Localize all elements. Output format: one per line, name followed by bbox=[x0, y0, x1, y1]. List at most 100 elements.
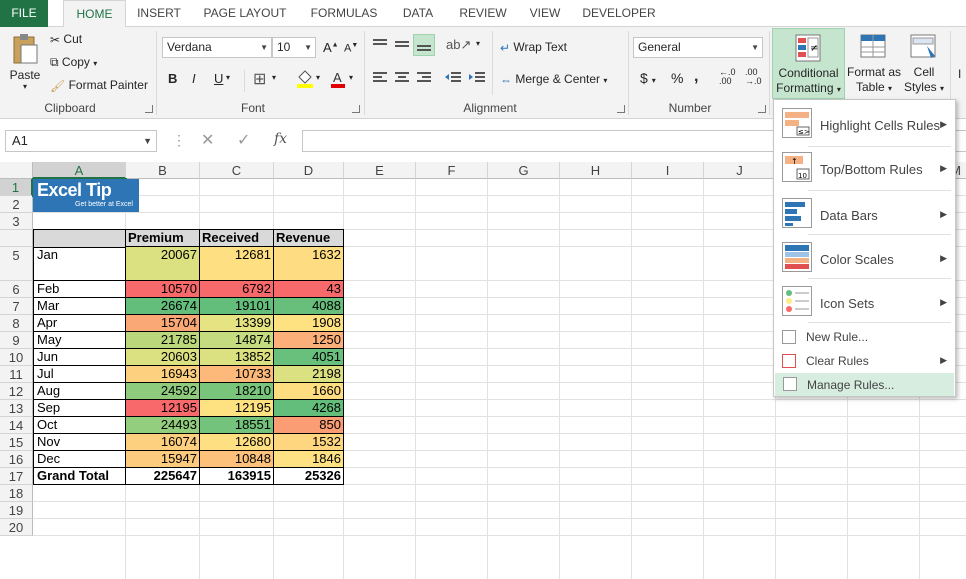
name-box[interactable]: A1 ▼ bbox=[5, 130, 157, 152]
revenue-cell[interactable]: 2198 bbox=[274, 366, 344, 383]
insert-function-button[interactable]: fx bbox=[274, 131, 287, 147]
month-cell[interactable]: Aug bbox=[33, 383, 126, 400]
number-format-select[interactable]: General ▼ bbox=[633, 37, 763, 58]
alignment-launcher-icon[interactable] bbox=[617, 105, 625, 113]
menu-item-icon-sets[interactable]: Icon Sets ▶ bbox=[774, 280, 955, 320]
row-header-18[interactable]: 18 bbox=[0, 485, 33, 502]
revenue-cell[interactable]: 4268 bbox=[274, 400, 344, 417]
month-cell[interactable]: Mar bbox=[33, 298, 126, 315]
column-header-h[interactable]: H bbox=[560, 162, 632, 179]
select-all-button[interactable] bbox=[0, 162, 33, 179]
row-header-1[interactable]: 1 bbox=[0, 179, 33, 196]
row-header-11[interactable]: 11 bbox=[0, 366, 33, 383]
menu-item-color-scales[interactable]: Color Scales ▶ bbox=[774, 236, 955, 276]
menu-item-highlight-cells-rules[interactable]: ≤> Highlight Cells Rules ▶ bbox=[774, 104, 955, 144]
revenue-cell[interactable]: 4088 bbox=[274, 298, 344, 315]
row-header-6[interactable]: 6 bbox=[0, 281, 33, 298]
received-cell[interactable]: 13399 bbox=[200, 315, 274, 332]
premium-cell[interactable]: 12195 bbox=[126, 400, 200, 417]
currency-dropdown-icon[interactable]: ▾ bbox=[652, 76, 656, 85]
confirm-entry-icon[interactable]: ✓ bbox=[237, 130, 250, 150]
column-header-d[interactable]: D bbox=[274, 162, 344, 179]
fill-color-button[interactable] bbox=[296, 69, 314, 92]
font-color-dropdown-icon[interactable]: ▾ bbox=[349, 73, 353, 82]
cell-styles-button[interactable]: Cell Styles ▾ bbox=[902, 30, 946, 96]
column-header-j[interactable]: J bbox=[704, 162, 776, 179]
row-header-5[interactable]: 5 bbox=[0, 247, 33, 281]
revenue-cell[interactable]: 1632 bbox=[274, 247, 344, 281]
decrease-font-size-icon[interactable]: A▼ bbox=[344, 42, 358, 55]
row-header-13[interactable]: 13 bbox=[0, 400, 33, 417]
increase-font-size-icon[interactable]: A▲ bbox=[323, 40, 339, 55]
month-cell[interactable]: Jan bbox=[33, 247, 126, 281]
menu-item-clear-rules[interactable]: Clear Rules ▶ bbox=[774, 350, 955, 372]
align-left-icon[interactable] bbox=[372, 71, 388, 88]
premium-cell[interactable]: 16074 bbox=[126, 434, 200, 451]
cancel-entry-icon[interactable]: ✕ bbox=[201, 130, 214, 150]
revenue-cell[interactable]: 850 bbox=[274, 417, 344, 434]
number-launcher-icon[interactable] bbox=[758, 105, 766, 113]
bottom-align-icon[interactable] bbox=[413, 34, 435, 56]
premium-cell[interactable]: 20067 bbox=[126, 247, 200, 281]
underline-button[interactable]: U bbox=[214, 71, 223, 86]
merge-dropdown-icon[interactable]: ▾ bbox=[603, 76, 607, 85]
row-header-12[interactable]: 12 bbox=[0, 383, 33, 400]
column-header-c[interactable]: C bbox=[200, 162, 274, 179]
column-header-i[interactable]: I bbox=[632, 162, 704, 179]
bold-button[interactable]: B bbox=[168, 71, 177, 86]
received-cell[interactable]: 13852 bbox=[200, 349, 274, 366]
font-color-button[interactable]: A bbox=[330, 69, 346, 92]
row-header-16[interactable]: 16 bbox=[0, 451, 33, 468]
month-cell[interactable]: Apr bbox=[33, 315, 126, 332]
cut-button[interactable]: ✂ Cut bbox=[50, 32, 82, 47]
premium-cell[interactable]: 21785 bbox=[126, 332, 200, 349]
revenue-cell[interactable]: 1532 bbox=[274, 434, 344, 451]
conditional-formatting-button[interactable]: ≠ Conditional Formatting ▾ bbox=[772, 28, 845, 99]
revenue-cell[interactable]: 1846 bbox=[274, 451, 344, 468]
italic-button[interactable]: I bbox=[192, 71, 196, 86]
received-cell[interactable]: 12195 bbox=[200, 400, 274, 417]
column-header-a[interactable]: A bbox=[33, 162, 126, 179]
top-align-icon[interactable] bbox=[372, 37, 388, 54]
tab-formulas[interactable]: FORMULAS bbox=[305, 0, 383, 27]
premium-cell[interactable]: 16943 bbox=[126, 366, 200, 383]
clipboard-launcher-icon[interactable] bbox=[145, 105, 153, 113]
font-launcher-icon[interactable] bbox=[352, 105, 360, 113]
premium-cell[interactable]: 15704 bbox=[126, 315, 200, 332]
grand-total-revenue[interactable]: 25326 bbox=[274, 468, 344, 485]
grand-total-received[interactable]: 163915 bbox=[200, 468, 274, 485]
align-center-icon[interactable] bbox=[394, 71, 410, 88]
row-header-15[interactable]: 15 bbox=[0, 434, 33, 451]
premium-cell[interactable]: 24493 bbox=[126, 417, 200, 434]
currency-button[interactable]: $ ▾ bbox=[640, 70, 656, 86]
decrease-indent-icon[interactable] bbox=[444, 71, 462, 88]
paste-button[interactable]: Paste ▾ bbox=[8, 33, 42, 91]
row-header-17[interactable]: 17 bbox=[0, 468, 33, 485]
received-cell[interactable]: 19101 bbox=[200, 298, 274, 315]
premium-cell[interactable]: 26674 bbox=[126, 298, 200, 315]
received-cell[interactable]: 10848 bbox=[200, 451, 274, 468]
received-cell[interactable]: 14874 bbox=[200, 332, 274, 349]
row-header-8[interactable]: 8 bbox=[0, 315, 33, 332]
tab-developer[interactable]: DEVELOPER bbox=[577, 0, 661, 27]
row-header-3[interactable]: 3 bbox=[0, 213, 33, 230]
orientation-icon[interactable]: ab↗ bbox=[446, 37, 471, 53]
middle-align-icon[interactable] bbox=[394, 37, 410, 54]
align-right-icon[interactable] bbox=[416, 71, 432, 88]
tab-view[interactable]: VIEW bbox=[523, 0, 567, 27]
comma-button[interactable]: , bbox=[694, 68, 698, 86]
more-options-icon[interactable]: ⋮ bbox=[172, 132, 186, 149]
paste-dropdown-icon[interactable]: ▾ bbox=[8, 82, 42, 91]
revenue-cell[interactable]: 4051 bbox=[274, 349, 344, 366]
row-header-7[interactable]: 7 bbox=[0, 298, 33, 315]
merge-center-button[interactable]: ⇔ Merge & Center ▾ bbox=[500, 72, 607, 87]
row-header-14[interactable]: 14 bbox=[0, 417, 33, 434]
copy-dropdown-icon[interactable]: ▾ bbox=[93, 59, 97, 68]
received-cell[interactable]: 10733 bbox=[200, 366, 274, 383]
month-cell[interactable]: Feb bbox=[33, 281, 126, 298]
borders-icon[interactable]: ⊞ bbox=[253, 69, 266, 89]
tab-review[interactable]: REVIEW bbox=[453, 0, 513, 27]
format-as-table-button[interactable]: Format as Table ▾ bbox=[845, 30, 903, 96]
increase-indent-icon[interactable] bbox=[468, 71, 486, 88]
row-header-2[interactable]: 2 bbox=[0, 196, 33, 213]
